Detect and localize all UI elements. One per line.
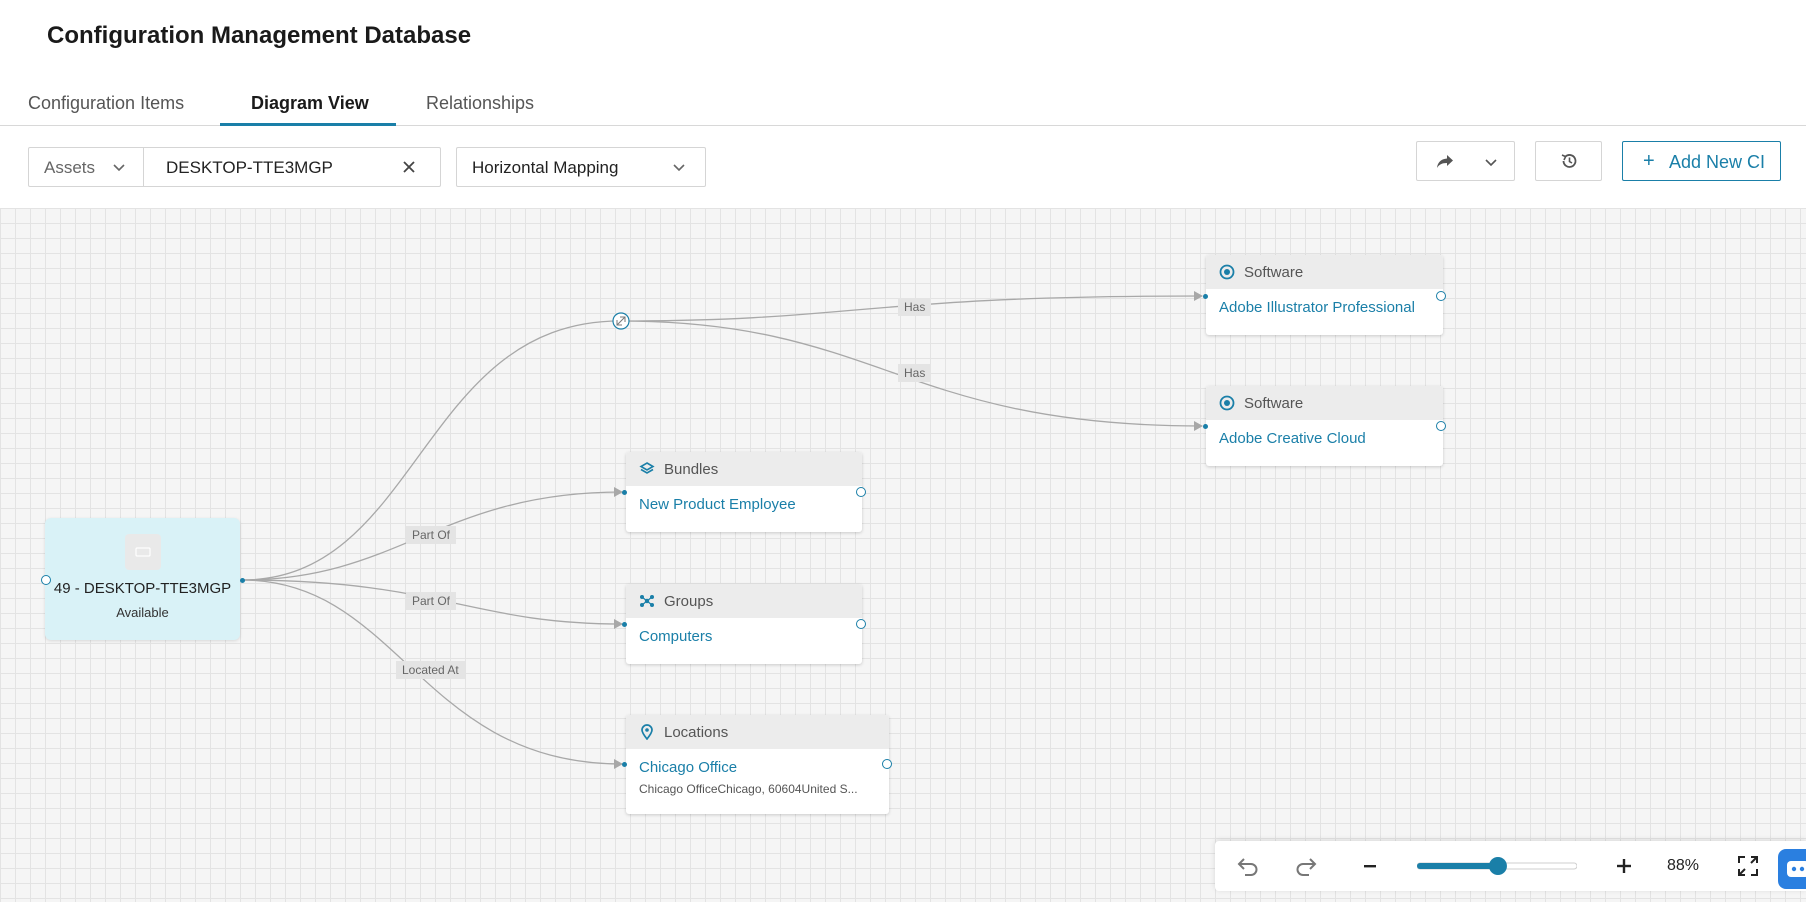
share-arrow-icon bbox=[1435, 153, 1455, 174]
software-icon bbox=[1219, 264, 1235, 280]
assistant-bot-icon[interactable] bbox=[1778, 849, 1806, 889]
zoom-slider-thumb bbox=[1488, 857, 1507, 875]
node-type-header: Groups bbox=[626, 584, 862, 618]
node-type-header: Locations bbox=[626, 715, 889, 749]
edge-label-has: Has bbox=[898, 298, 932, 316]
cmdb-app: Configuration Management Database Config… bbox=[0, 0, 1806, 902]
node-type-header: Bundles bbox=[626, 452, 862, 486]
ci-search-field[interactable]: DESKTOP-TTE3MGP bbox=[143, 147, 441, 187]
add-new-ci-label: Add New CI bbox=[1669, 152, 1766, 172]
ci-node-locations[interactable]: Locations Chicago Office Chicago OfficeC… bbox=[626, 715, 889, 814]
edge-label-part-of: Part Of bbox=[406, 526, 457, 544]
node-input-port bbox=[622, 762, 627, 767]
node-input-port bbox=[622, 490, 627, 495]
node-type-label: Software bbox=[1244, 263, 1304, 281]
tab-configuration-items[interactable]: Configuration Items bbox=[28, 93, 184, 114]
root-ci-title: 49 - DESKTOP-TTE3MGP bbox=[53, 580, 232, 597]
edge-label-part-of: Part Of bbox=[406, 592, 457, 610]
root-ci-status: Available bbox=[116, 605, 169, 620]
ci-node-software[interactable]: Software Adobe Creative Cloud bbox=[1206, 386, 1443, 466]
page-title: Configuration Management Database bbox=[47, 22, 472, 49]
tab-bar: Configuration Items Diagram View Relatio… bbox=[0, 80, 1806, 126]
root-right-port[interactable] bbox=[240, 578, 245, 583]
node-type-label: Groups bbox=[664, 592, 714, 610]
history-button[interactable] bbox=[1535, 141, 1602, 181]
ci-search-value: DESKTOP-TTE3MGP bbox=[166, 158, 333, 177]
node-type-header: Software bbox=[1206, 255, 1443, 289]
edge-arrowhead bbox=[1194, 421, 1203, 431]
add-new-ci-button[interactable]: + Add New CI bbox=[1622, 141, 1781, 181]
software-icon bbox=[1219, 395, 1235, 411]
tab-relationships[interactable]: Relationships bbox=[426, 93, 534, 114]
node-type-label: Software bbox=[1244, 394, 1304, 412]
active-tab-indicator bbox=[220, 123, 396, 126]
history-icon bbox=[1560, 152, 1578, 175]
node-ci-name[interactable]: Computers bbox=[639, 628, 849, 645]
zoom-slider-fill bbox=[1417, 863, 1498, 869]
groups-icon bbox=[639, 593, 655, 609]
mapping-select[interactable]: Horizontal Mapping bbox=[456, 147, 706, 187]
close-icon[interactable] bbox=[402, 160, 416, 179]
edge-label-has: Has bbox=[898, 364, 932, 382]
zoom-level-readout: 88% bbox=[1666, 857, 1700, 874]
node-type-header: Software bbox=[1206, 386, 1443, 420]
node-input-port bbox=[622, 622, 627, 627]
node-ci-detail: Chicago OfficeChicago, 60604United S... bbox=[639, 782, 858, 796]
toolbar: Assets DESKTOP-TTE3MGP Horizontal Mappin… bbox=[0, 127, 1806, 207]
layers-icon bbox=[639, 461, 655, 477]
node-type-label: Bundles bbox=[664, 460, 719, 478]
node-ci-name[interactable]: Adobe Creative Cloud bbox=[1219, 430, 1430, 447]
chevron-down-icon bbox=[671, 159, 687, 180]
diagram-canvas[interactable]: Has Has Part Of Part Of Located At 49 - … bbox=[0, 208, 1806, 902]
asset-type-select[interactable]: Assets bbox=[28, 147, 144, 187]
location-pin-icon bbox=[639, 724, 655, 740]
asset-type-value: Assets bbox=[44, 158, 96, 177]
chevron-down-icon bbox=[1483, 154, 1499, 175]
redo-icon[interactable] bbox=[1293, 854, 1319, 878]
zoom-slider[interactable] bbox=[1417, 854, 1577, 878]
undo-icon[interactable] bbox=[1235, 854, 1261, 878]
ci-node-software[interactable]: Software Adobe Illustrator Professional bbox=[1206, 255, 1443, 335]
node-input-port bbox=[1203, 424, 1208, 429]
edge-label-located-at: Located At bbox=[396, 661, 465, 679]
node-output-port[interactable] bbox=[882, 759, 892, 769]
node-ci-name[interactable]: Adobe Illustrator Professional bbox=[1219, 299, 1430, 316]
mapping-value: Horizontal Mapping bbox=[472, 158, 619, 177]
asset-image-placeholder bbox=[124, 534, 161, 570]
node-output-port[interactable] bbox=[1436, 291, 1446, 301]
zoom-in-button[interactable] bbox=[1615, 854, 1633, 878]
node-output-port[interactable] bbox=[856, 619, 866, 629]
ci-node-groups[interactable]: Groups Computers bbox=[626, 584, 862, 664]
ci-node-bundles[interactable]: Bundles New Product Employee bbox=[626, 452, 862, 532]
node-output-port[interactable] bbox=[856, 487, 866, 497]
zoom-toolbar: 88% bbox=[1215, 841, 1806, 891]
root-ci-node[interactable]: 49 - DESKTOP-TTE3MGP Available bbox=[45, 518, 240, 640]
fullscreen-icon[interactable] bbox=[1735, 854, 1761, 878]
share-button[interactable] bbox=[1416, 141, 1515, 181]
node-type-label: Locations bbox=[664, 723, 729, 741]
node-ci-name[interactable]: New Product Employee bbox=[639, 496, 849, 513]
root-left-port[interactable] bbox=[41, 575, 51, 585]
plus-icon: + bbox=[1643, 150, 1655, 172]
chevron-down-icon bbox=[111, 159, 127, 180]
edge-arrowhead bbox=[1194, 291, 1203, 301]
tab-diagram-view[interactable]: Diagram View bbox=[251, 93, 369, 114]
node-input-port bbox=[1203, 294, 1208, 299]
zoom-out-button[interactable] bbox=[1361, 854, 1379, 878]
node-output-port[interactable] bbox=[1436, 421, 1446, 431]
node-ci-name[interactable]: Chicago Office bbox=[639, 759, 876, 776]
